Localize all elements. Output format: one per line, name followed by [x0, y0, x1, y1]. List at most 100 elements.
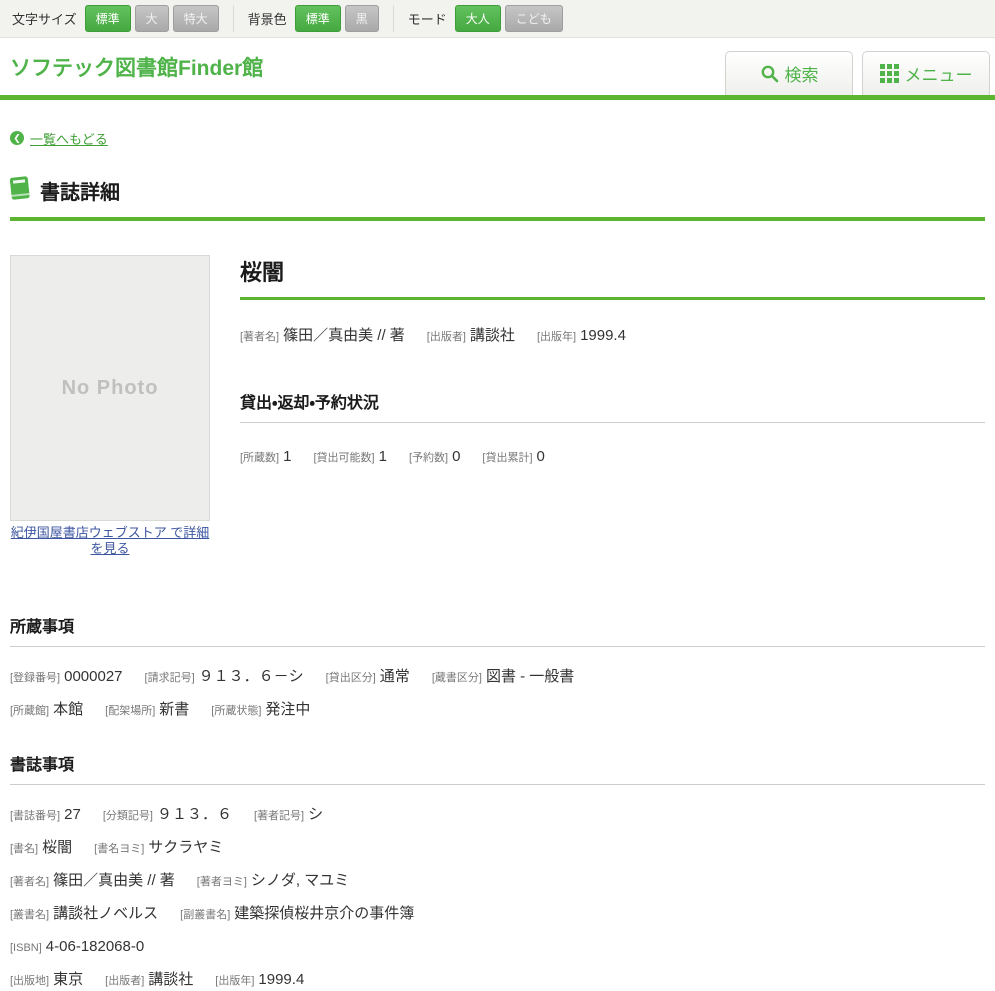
background-color-option-button[interactable]: 標準 — [295, 5, 341, 32]
holding-value: 図書 - 一般書 — [486, 667, 574, 687]
biblio-row: [書名] 桜闇 [書名ヨミ] サクラヤミ — [10, 838, 985, 859]
biblio-pair: [書誌番号] 27 — [10, 805, 81, 826]
background-color-option-button[interactable]: 黒 — [345, 5, 379, 32]
search-button[interactable]: 検索 — [725, 51, 853, 95]
site-header: ソフテック図書館Finder館 検索 メニュー — [0, 38, 995, 100]
background-color-options: 標準 黒 — [295, 5, 379, 32]
font-size-options: 標準 大 特大 — [85, 5, 219, 32]
holding-pair: [配架場所] 新書 — [105, 700, 189, 721]
menu-button[interactable]: メニュー — [862, 51, 990, 95]
biblio-value: 建築探偵桜井京介の事件簿 — [234, 904, 414, 924]
meta-pair: [出版者] 講談社 — [427, 326, 515, 347]
biblio-value: 講談社ノベルス — [53, 904, 158, 924]
biblio-value: ９１３．６ — [157, 805, 232, 825]
holding-value: 新書 — [159, 700, 189, 720]
backlink-row: ❮ 一覧へもどる — [10, 130, 995, 146]
biblio-pair: [副叢書名] 建築探偵桜井京介の事件簿 — [180, 904, 414, 925]
font-size-option-button[interactable]: 大 — [135, 5, 169, 32]
page-title: 書誌詳細 — [40, 176, 120, 205]
status-pair: [貸出可能数] 1 — [313, 447, 386, 468]
biblio-pair: [叢書名] 講談社ノベルス — [10, 904, 158, 925]
status-counts-row: [所蔵数] 1 [貸出可能数] 1 [予約数] 0 [貸出累計] 0 — [240, 447, 985, 468]
font-size-group: 文字サイズ 標準 大 特大 — [12, 5, 219, 32]
biblio-value: 講談社 — [148, 970, 193, 990]
mode-option-button[interactable]: 大人 — [455, 5, 501, 32]
status-value: 0 — [452, 447, 460, 467]
biblio-row: [ISBN] 4-06-182068-0 — [10, 937, 985, 958]
biblio-pair: [出版年] 1999.4 — [215, 970, 304, 991]
toolbar-divider — [233, 6, 234, 32]
mode-options: 大人 こども — [455, 5, 563, 32]
font-size-label: 文字サイズ — [12, 9, 77, 28]
menu-icon — [880, 64, 899, 83]
biblio-label: [著者ヨミ] — [197, 872, 247, 892]
biblio-label: [出版年] — [215, 971, 254, 991]
holding-label: [請求記号] — [145, 668, 195, 688]
meta-value: 篠田／真由美 // 著 — [283, 326, 405, 346]
biblio-row: [叢書名] 講談社ノベルス [副叢書名] 建築探偵桜井京介の事件簿 — [10, 904, 985, 925]
holding-value: ９１３．６－シ — [199, 667, 304, 687]
holding-value: 0000027 — [64, 667, 122, 687]
biblio-label: [叢書名] — [10, 905, 49, 925]
no-photo-text: No Photo — [62, 377, 159, 400]
status-pair: [予約数] 0 — [409, 447, 460, 468]
biblio-row: [出版地] 東京 [出版者] 講談社 [出版年] 1999.4 — [10, 970, 985, 991]
mode-group: モード 大人 こども — [408, 5, 563, 32]
status-value: 1 — [283, 447, 291, 467]
search-icon — [760, 64, 779, 83]
mode-option-button[interactable]: こども — [505, 5, 563, 32]
biblio-label: [ISBN] — [10, 938, 42, 958]
holding-row: [所蔵館] 本館 [配架場所] 新書 [所蔵状態] 発注中 — [10, 700, 985, 721]
biblio-value: シ — [308, 805, 323, 825]
book-title-rule — [240, 297, 985, 300]
holding-pair: [貸出区分] 通常 — [326, 667, 410, 688]
status-value: 1 — [379, 447, 387, 467]
back-to-list-link[interactable]: 一覧へもどる — [30, 129, 108, 148]
meta-label: [著者名] — [240, 327, 279, 347]
site-title: ソフテック図書館Finder館 — [10, 52, 263, 82]
search-button-label: 検索 — [785, 61, 819, 86]
biblio-section-title: 書誌事項 — [10, 751, 985, 785]
page-title-row: 書誌詳細 — [10, 176, 985, 221]
biblio-value: 篠田／真由美 // 著 — [53, 871, 175, 891]
biblio-pair: [ISBN] 4-06-182068-0 — [10, 937, 144, 958]
biblio-value: 4-06-182068-0 — [46, 937, 144, 957]
meta-label: [出版年] — [537, 327, 576, 347]
kinokuniya-store-link[interactable]: 紀伊国屋書店ウェブストア で詳細を見る — [10, 525, 210, 557]
book-title: 桜闇 — [240, 255, 985, 287]
status-pair: [貸出累計] 0 — [482, 447, 544, 468]
mode-label: モード — [408, 9, 447, 28]
header-buttons: 検索 メニュー — [725, 51, 990, 95]
book-cover-column: No Photo 紀伊国屋書店ウェブストア で詳細を見る — [10, 255, 210, 557]
biblio-section: 書誌事項 [書誌番号] 27 [分類記号] ９１３．６ [著者記号] シ [書名… — [10, 751, 985, 991]
biblio-value: 1999.4 — [258, 970, 304, 990]
biblio-value: 27 — [64, 805, 81, 825]
status-label: [貸出可能数] — [313, 448, 374, 468]
holding-pair: [所蔵状態] 発注中 — [211, 700, 310, 721]
background-color-label: 背景色 — [248, 9, 287, 28]
biblio-value: 東京 — [53, 970, 83, 990]
status-value: 0 — [537, 447, 545, 467]
book-info-column: 桜闇 [著者名] 篠田／真由美 // 著 [出版者] 講談社 [出版年] 199… — [240, 255, 985, 557]
holding-pair: [登録番号] 0000027 — [10, 667, 123, 688]
holding-section-title: 所蔵事項 — [10, 613, 985, 647]
biblio-pair: [著者記号] シ — [254, 805, 323, 826]
biblio-value: 桜闇 — [42, 838, 72, 858]
book-meta-row: [著者名] 篠田／真由美 // 著 [出版者] 講談社 [出版年] 1999.4 — [240, 326, 985, 347]
biblio-label: [副叢書名] — [180, 905, 230, 925]
holding-value: 発注中 — [265, 700, 310, 720]
book-cover-placeholder: No Photo — [10, 255, 210, 521]
font-size-option-button[interactable]: 特大 — [173, 5, 219, 32]
holding-pair: [請求記号] ９１３．６－シ — [145, 667, 304, 688]
biblio-label: [書名ヨミ] — [94, 839, 144, 859]
holding-label: [所蔵館] — [10, 701, 49, 721]
meta-value: 1999.4 — [580, 326, 626, 346]
biblio-value: サクラヤミ — [148, 838, 223, 858]
font-size-option-button[interactable]: 標準 — [85, 5, 131, 32]
biblio-pair: [書名ヨミ] サクラヤミ — [94, 838, 223, 859]
background-color-group: 背景色 標準 黒 — [248, 5, 379, 32]
status-label: [貸出累計] — [482, 448, 532, 468]
back-arrow-icon: ❮ — [10, 131, 24, 145]
biblio-label: [著者名] — [10, 872, 49, 892]
biblio-pair: [書名] 桜闇 — [10, 838, 72, 859]
